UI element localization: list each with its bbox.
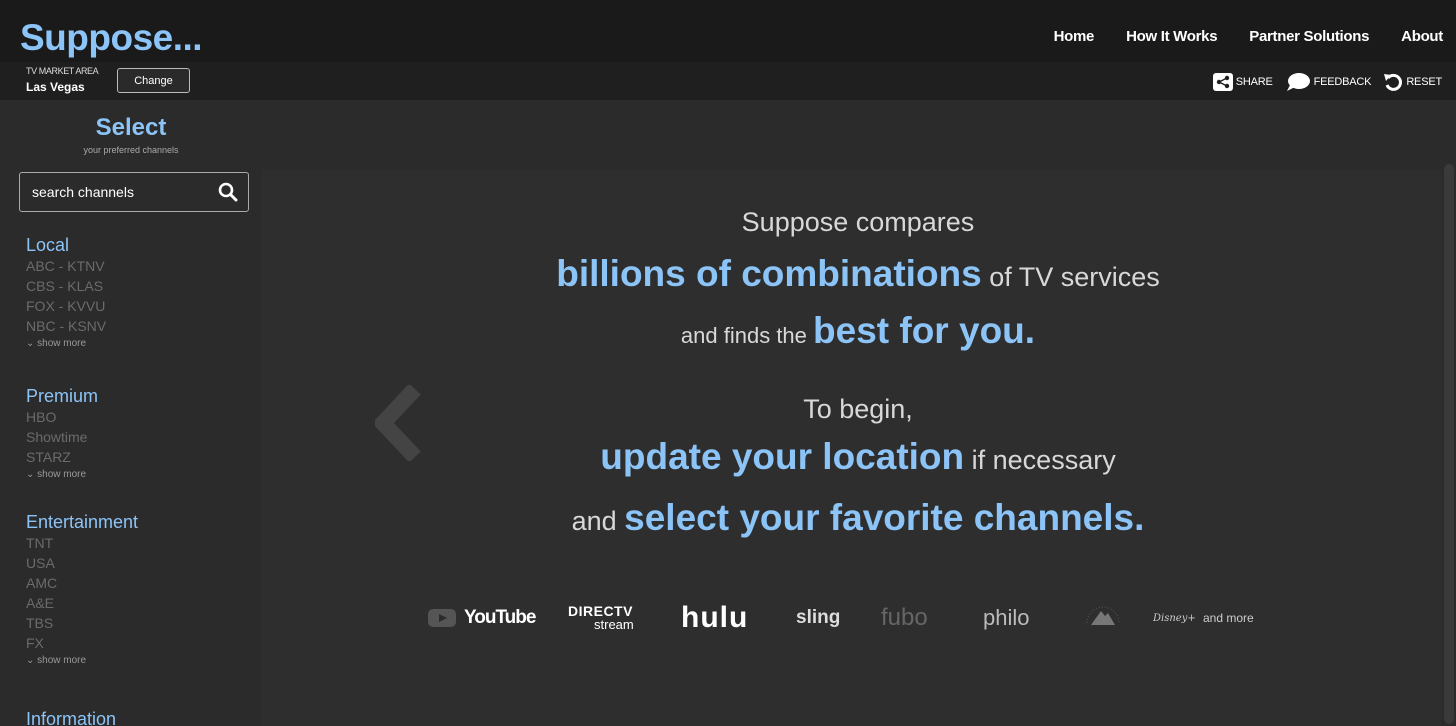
- category-entertainment: Entertainment TNT USA AMC A&E TBS FX ⌄ s…: [26, 511, 138, 668]
- site-logo[interactable]: Suppose...: [20, 16, 203, 60]
- scrollbar[interactable]: [1444, 164, 1454, 724]
- youtube-label: YouTube: [464, 607, 536, 628]
- nav-partner-solutions[interactable]: Partner Solutions: [1249, 28, 1369, 45]
- category-title: Information: [26, 709, 117, 726]
- channel-item[interactable]: Showtime: [26, 427, 98, 447]
- hero-highlight: select your favorite channels.: [624, 497, 1145, 538]
- category-title: Entertainment: [26, 512, 139, 532]
- reset-icon: [1383, 72, 1403, 92]
- channel-sidebar: Select your preferred channels Local ABC…: [0, 100, 262, 726]
- philo-label: philo: [983, 605, 1030, 630]
- show-more-link[interactable]: ⌄ show more: [26, 337, 106, 351]
- category-premium: Premium HBO Showtime STARZ ⌄ show more: [26, 385, 98, 482]
- share-label: SHARE: [1235, 76, 1273, 88]
- hero-line-3: and finds the best for you.: [358, 310, 1358, 352]
- market-area: TV MARKET AREA Las Vegas: [26, 66, 99, 94]
- hero-highlight: billions of combinations: [556, 253, 982, 294]
- hero-line-4: To begin,: [803, 394, 913, 424]
- hero-text: and finds the: [680, 323, 814, 348]
- and-more-label: and more: [1203, 611, 1254, 625]
- reset-label: RESET: [1406, 76, 1442, 88]
- show-more-label: show more: [37, 655, 87, 666]
- page: Suppose... Home How It Works Partner Sol…: [0, 0, 1456, 726]
- hero-line-6: and select your favorite channels.: [358, 497, 1358, 539]
- channel-item[interactable]: FOX - KVVU: [26, 296, 106, 316]
- channel-item[interactable]: AMC: [26, 573, 138, 593]
- service-logos: YouTube DIRECTV stream hulu sling fubo p…: [428, 598, 1328, 638]
- show-more-label: show more: [37, 469, 87, 480]
- chevron-down-icon: ⌄: [26, 655, 35, 666]
- hero-line-5: update your location if necessary: [358, 436, 1358, 478]
- chevron-down-icon: ⌄: [26, 338, 35, 349]
- share-button[interactable]: SHARE: [1212, 73, 1273, 91]
- channel-item[interactable]: STARZ: [26, 447, 98, 467]
- directv-logo: DIRECTV stream: [568, 604, 681, 632]
- nav-about[interactable]: About: [1401, 28, 1443, 45]
- show-more-label: show more: [37, 338, 87, 349]
- hero-text: of TV services: [981, 262, 1160, 292]
- hulu-label: hulu: [681, 601, 749, 634]
- show-more-link[interactable]: ⌄ show more: [26, 468, 98, 482]
- sidebar-title: Select: [95, 114, 167, 141]
- category-information: Information: [26, 708, 116, 726]
- nav-how-it-works[interactable]: How It Works: [1126, 28, 1217, 45]
- chevron-down-icon: ⌄: [26, 469, 35, 480]
- feedback-label: FEEDBACK: [1313, 76, 1372, 88]
- youtube-logo: YouTube: [428, 607, 568, 629]
- action-bar: SHARE FEEDBACK RESET: [1212, 72, 1442, 92]
- hero-highlight: update your location: [600, 436, 965, 477]
- channel-item[interactable]: CBS - KLAS: [26, 276, 106, 296]
- channel-item[interactable]: USA: [26, 553, 138, 573]
- feedback-button[interactable]: FEEDBACK: [1285, 72, 1372, 92]
- paramount-plus-logo: [1083, 603, 1153, 633]
- search-input[interactable]: [20, 173, 215, 211]
- hero-line-2: billions of combinations of TV services: [358, 253, 1358, 295]
- hero-line-1: Suppose compares: [741, 207, 975, 237]
- category-title: Local: [26, 235, 70, 255]
- nav-links: Home How It Works Partner Solutions Abou…: [1054, 28, 1444, 45]
- search-icon[interactable]: [218, 182, 238, 202]
- channel-item[interactable]: TBS: [26, 613, 138, 633]
- channel-search: [19, 172, 249, 212]
- hulu-logo: hulu: [681, 601, 796, 635]
- market-label: TV MARKET AREA: [26, 66, 99, 76]
- youtube-play-icon: [428, 609, 456, 627]
- channel-item[interactable]: HBO: [26, 407, 98, 427]
- sling-label: sling: [796, 607, 841, 628]
- fubo-label: fubo: [881, 604, 928, 631]
- and-more-text: and more: [1203, 611, 1254, 625]
- change-market-button[interactable]: Change: [117, 68, 190, 93]
- sling-logo: sling: [796, 607, 881, 629]
- channel-item[interactable]: FX: [26, 633, 138, 653]
- sidebar-subtitle: your preferred channels: [83, 145, 179, 155]
- category-local: Local ABC - KTNV CBS - KLAS FOX - KVVU N…: [26, 234, 106, 351]
- top-nav: Suppose... Home How It Works Partner Sol…: [0, 0, 1456, 62]
- reset-button[interactable]: RESET: [1383, 72, 1442, 92]
- channel-item[interactable]: ABC - KTNV: [26, 256, 106, 276]
- paramount-mountain-icon: [1086, 606, 1120, 625]
- disney-plus-logo: Disney+: [1153, 613, 1203, 624]
- channel-item[interactable]: A&E: [26, 593, 138, 613]
- philo-logo: philo: [983, 605, 1083, 631]
- share-icon: [1212, 73, 1233, 91]
- chat-bubble-icon: [1285, 72, 1311, 92]
- show-more-link[interactable]: ⌄ show more: [26, 654, 138, 668]
- category-title: Premium: [26, 386, 99, 406]
- fubo-logo: fubo: [881, 604, 983, 632]
- directv-stream-label: stream: [594, 617, 634, 632]
- market-bar: TV MARKET AREA Las Vegas Change SHARE FE…: [0, 62, 1456, 100]
- hero-text: if necessary: [964, 445, 1116, 475]
- nav-home[interactable]: Home: [1054, 28, 1095, 45]
- hero-highlight: best for you.: [813, 310, 1036, 351]
- hero-text: and: [571, 506, 625, 536]
- market-city: Las Vegas: [26, 80, 85, 94]
- disney-label: Disney+: [1153, 612, 1196, 624]
- channel-item[interactable]: NBC - KSNV: [26, 316, 106, 336]
- main-content: Suppose compares billions of combination…: [262, 100, 1456, 726]
- channel-item[interactable]: TNT: [26, 533, 138, 553]
